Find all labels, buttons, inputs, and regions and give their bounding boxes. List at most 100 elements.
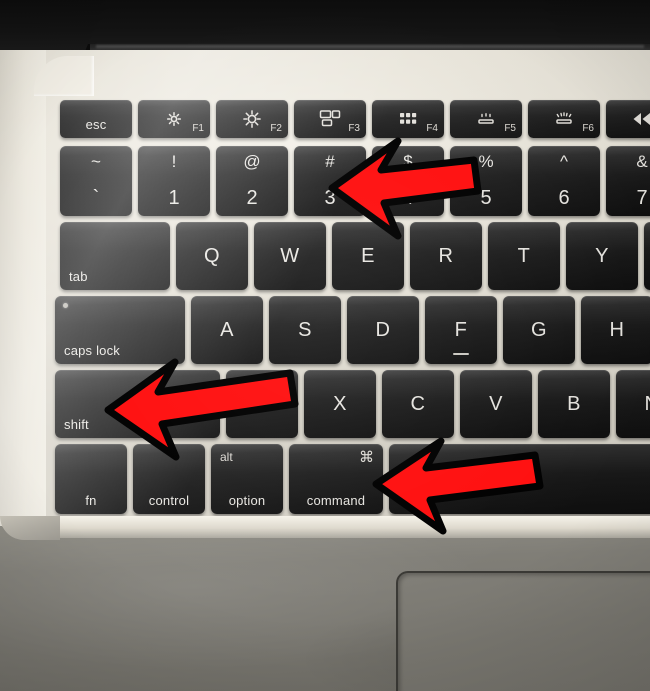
key-label: caps lock xyxy=(64,343,120,358)
key-seven[interactable]: & 7 xyxy=(606,146,650,216)
key-shift[interactable]: shift xyxy=(55,370,220,438)
key-f3[interactable]: F3 xyxy=(294,100,366,138)
key-fn-number: F1 xyxy=(192,123,204,134)
key-three[interactable]: #3 xyxy=(294,146,366,216)
key-label: T xyxy=(517,245,531,267)
key-q[interactable]: Q xyxy=(176,222,248,290)
key-e[interactable]: E xyxy=(332,222,404,290)
key-capslock[interactable]: caps lock xyxy=(55,296,185,364)
key-five[interactable]: % 5 xyxy=(450,146,522,216)
key-option[interactable]: alt option xyxy=(211,444,283,514)
key-fn-number: F4 xyxy=(426,123,438,134)
key-d[interactable]: D xyxy=(347,296,419,364)
key-u[interactable]: U xyxy=(644,222,650,290)
key-upper-label: # xyxy=(325,152,335,171)
key-lower-label: 2 xyxy=(246,187,258,209)
key-f4[interactable]: F4 xyxy=(372,100,444,138)
caps-lock-led-icon xyxy=(63,303,68,308)
key-label: A xyxy=(220,319,234,341)
key-lower-label: 1 xyxy=(168,187,180,209)
screenshot-root: esc F1 F2 F3 F4 F5 F6 ~ `! 1 @2 #3 $4% 5 ^ 6 & 7 tab Q W E R T Y… xyxy=(0,0,650,691)
key-label: B xyxy=(567,393,581,415)
key-v[interactable]: V xyxy=(460,370,532,438)
key-r[interactable]: R xyxy=(410,222,482,290)
key-one[interactable]: ! 1 xyxy=(138,146,210,216)
keyboard: esc F1 F2 F3 F4 F5 F6 ~ `! 1 @2 #3 $4% 5 ^ 6 & 7 tab Q W E R T Y… xyxy=(0,50,650,530)
key-n[interactable]: N xyxy=(616,370,650,438)
key-label: fn xyxy=(85,493,97,508)
key-f7[interactable] xyxy=(606,100,650,138)
key-h[interactable]: H xyxy=(581,296,650,364)
key-upper-label: ^ xyxy=(560,152,568,171)
key-f5[interactable]: F5 xyxy=(450,100,522,138)
key-lower-label: 4 xyxy=(402,187,414,209)
key-label: option xyxy=(228,493,266,508)
rewind-icon xyxy=(606,109,650,129)
key-label: shift xyxy=(64,417,89,432)
key-two[interactable]: @2 xyxy=(216,146,288,216)
key-label: G xyxy=(530,319,548,341)
key-fn-number: F2 xyxy=(270,123,282,134)
key-s[interactable]: S xyxy=(269,296,341,364)
key-label: N xyxy=(616,394,650,414)
key-upper-label: $ xyxy=(403,152,413,171)
homing-bar-icon xyxy=(453,353,469,355)
key-f6[interactable]: F6 xyxy=(528,100,600,138)
trackpad[interactable] xyxy=(396,571,650,691)
key-label: E xyxy=(361,245,375,267)
key-label: control xyxy=(148,493,190,508)
key-fn-number: F3 xyxy=(348,123,360,134)
key-f[interactable]: F xyxy=(425,296,497,364)
key-g[interactable]: G xyxy=(503,296,575,364)
key-upper-label: ! xyxy=(171,152,177,171)
key-esc[interactable]: esc xyxy=(60,100,132,138)
palm-rest-top-lip xyxy=(0,516,650,538)
key-t[interactable]: T xyxy=(488,222,560,290)
key-label: F xyxy=(454,319,468,341)
key-upper-label: & xyxy=(636,152,648,171)
key-x[interactable]: X xyxy=(304,370,376,438)
key-label: H xyxy=(609,319,625,341)
key-z[interactable]: Z xyxy=(226,370,298,438)
key-label: R xyxy=(438,245,454,267)
key-label: esc xyxy=(85,117,107,132)
key-label: D xyxy=(375,319,391,341)
key-space[interactable] xyxy=(389,444,650,514)
key-w[interactable]: W xyxy=(254,222,326,290)
key-label: C xyxy=(410,393,426,415)
key-command[interactable]: ⌘ command xyxy=(289,444,383,514)
key-upper-label: ~ xyxy=(91,152,101,171)
key-fn[interactable]: fn xyxy=(55,444,127,514)
key-lower-label: 3 xyxy=(324,187,336,209)
key-lower-label: 7 xyxy=(636,187,648,209)
key-tab[interactable]: tab xyxy=(60,222,170,290)
key-upper-label: % xyxy=(478,152,494,171)
key-a[interactable]: A xyxy=(191,296,263,364)
key-lower-label: 5 xyxy=(480,187,492,209)
key-fn-number: F5 xyxy=(504,123,516,134)
key-label: Y xyxy=(595,245,609,267)
key-four[interactable]: $4 xyxy=(372,146,444,216)
key-lower-label: ` xyxy=(92,187,100,209)
key-label: Z xyxy=(255,393,269,415)
key-six[interactable]: ^ 6 xyxy=(528,146,600,216)
key-lower-label: 6 xyxy=(558,187,570,209)
key-f1[interactable]: F1 xyxy=(138,100,210,138)
key-tilde[interactable]: ~ ` xyxy=(60,146,132,216)
key-label: tab xyxy=(69,269,88,284)
key-b[interactable]: B xyxy=(538,370,610,438)
key-fn-number: F6 xyxy=(582,123,594,134)
key-y[interactable]: Y xyxy=(566,222,638,290)
key-control[interactable]: control xyxy=(133,444,205,514)
key-label: U xyxy=(644,246,650,266)
command-symbol-icon: ⌘ xyxy=(359,449,374,466)
key-f2[interactable]: F2 xyxy=(216,100,288,138)
key-label: Q xyxy=(203,245,221,267)
key-c[interactable]: C xyxy=(382,370,454,438)
key-label: V xyxy=(489,393,503,415)
key-label: command xyxy=(306,493,366,508)
key-label: S xyxy=(298,319,312,341)
lid-bezel-highlight xyxy=(96,45,644,48)
key-label: W xyxy=(280,245,300,267)
key-alt-label: alt xyxy=(220,450,233,464)
